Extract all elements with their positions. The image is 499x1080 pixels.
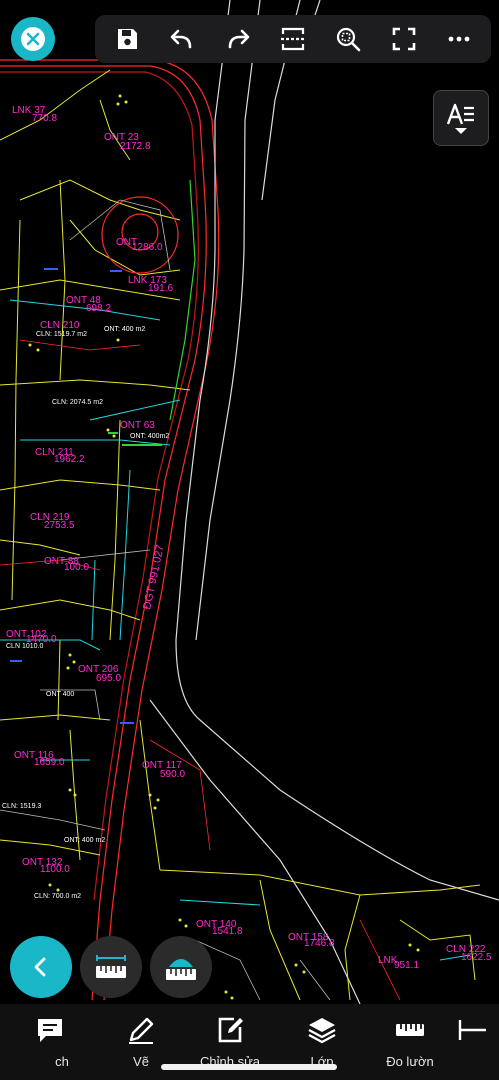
nav-label: Đo lườn — [386, 1054, 434, 1069]
area-label: CLN: 2074.5 m2 — [52, 399, 103, 406]
map-label: 1962.2 — [54, 454, 85, 465]
parcel-line-y12 — [109, 419, 121, 641]
map-label: 100.0 — [64, 562, 89, 573]
map-label: 951.1 — [394, 960, 419, 971]
chevron-down-icon — [455, 128, 467, 134]
parcel-line-c2 — [89, 399, 181, 421]
undo-button[interactable] — [162, 19, 202, 59]
map-label: ONT 63 — [120, 420, 155, 431]
area-label: ONT: 400m2 — [130, 433, 169, 440]
detail-line-w1 — [69, 199, 171, 271]
nav-comments[interactable]: ch — [0, 1004, 100, 1080]
parcel-line-y20 — [0, 539, 81, 556]
text-style-icon — [446, 103, 474, 125]
edit-icon — [218, 1017, 243, 1043]
area-label: ONT: 400 m2 — [104, 326, 145, 333]
map-label: 1286.0 — [132, 242, 163, 253]
map-label: 1541.8 — [212, 926, 243, 937]
area-label: CLN: 1519.7 m2 — [36, 331, 87, 338]
map-label: 191.6 — [148, 283, 173, 294]
zoom-extents-button[interactable] — [328, 19, 368, 59]
parcel-circle — [101, 196, 179, 274]
tree-symbols — [28, 94, 420, 1000]
map-label: 590.0 — [160, 769, 185, 780]
detail-line-w6 — [299, 959, 331, 1001]
measure-distance-button[interactable] — [80, 936, 142, 998]
parcel-line-c7 — [179, 899, 261, 906]
parcel-line-y9 — [159, 869, 481, 896]
home-indicator — [161, 1064, 337, 1070]
area-label: ONT: 400 m2 — [64, 837, 105, 844]
nav-measure[interactable]: Đo lườn — [366, 1004, 454, 1080]
close-button[interactable] — [11, 17, 55, 61]
dimension-icon — [458, 1020, 486, 1040]
parcel-line-y10 — [11, 219, 21, 601]
pencil-icon — [129, 1017, 154, 1044]
redo-button[interactable] — [218, 19, 258, 59]
comment-icon — [38, 1019, 62, 1042]
top-toolbar — [95, 15, 491, 63]
fullscreen-icon — [392, 27, 416, 51]
nav-dimension[interactable] — [454, 1004, 499, 1080]
save-icon — [117, 29, 137, 49]
scan-button[interactable] — [273, 19, 313, 59]
more-icon — [448, 36, 470, 42]
parcel-line-y5 — [0, 479, 161, 491]
more-button[interactable] — [439, 19, 479, 59]
nav-label: Vẽ — [133, 1054, 149, 1069]
parcel-line-c8 — [91, 559, 96, 641]
measure-area-button[interactable] — [150, 936, 212, 998]
parcel-line-r3 — [149, 739, 211, 851]
map-label: 2753.5 — [44, 520, 75, 531]
layers-icon — [308, 1018, 336, 1044]
area-measure-icon — [166, 959, 196, 980]
detail-line-w4 — [0, 809, 106, 831]
map-label: 698.2 — [86, 303, 111, 314]
map-label: 1622.5 — [461, 952, 492, 963]
map-label: 1746.8 — [304, 938, 335, 949]
area-label: CLN: 700.0 m2 — [34, 893, 81, 900]
chevron-left-icon — [34, 957, 46, 977]
ruler-icon — [396, 1024, 424, 1036]
parcel-line-y7 — [0, 714, 111, 721]
map-label: 2172.8 — [120, 141, 151, 152]
back-button[interactable] — [10, 936, 72, 998]
road-name-label: ĐGT 991.027 — [141, 544, 166, 611]
map-label: 1100.0 — [40, 864, 70, 875]
map-label: CLN 210 — [40, 320, 80, 331]
area-label: ONT 400 — [46, 691, 74, 698]
parcel-line-y19 — [344, 894, 361, 1001]
area-label: CLN: 1519.3 — [2, 803, 41, 810]
road-outline-white-b — [195, 0, 261, 641]
parcel-line-y6 — [0, 599, 141, 621]
nav-label: ch — [55, 1054, 69, 1069]
text-style-button[interactable] — [433, 90, 489, 146]
ruler-icon — [96, 955, 126, 978]
fullscreen-button[interactable] — [384, 19, 424, 59]
map-label: 770.8 — [32, 113, 57, 124]
map-label: 695.0 — [96, 673, 121, 684]
zoom-extents-icon — [337, 27, 361, 52]
scan-icon — [280, 27, 305, 51]
map-label: 1659.0 — [34, 757, 65, 768]
save-button[interactable] — [107, 19, 147, 59]
cad-drawing-canvas[interactable]: LNK 37 770.8 ONT 23 2172.8 ONT 1286.0 LN… — [0, 0, 499, 1080]
parcel-line-y4 — [0, 379, 191, 391]
close-icon — [21, 27, 45, 51]
area-label: CLN 1010.0 — [6, 643, 43, 650]
redo-icon — [228, 29, 249, 49]
parcel-line-y13 — [57, 639, 61, 721]
undo-icon — [170, 29, 192, 49]
